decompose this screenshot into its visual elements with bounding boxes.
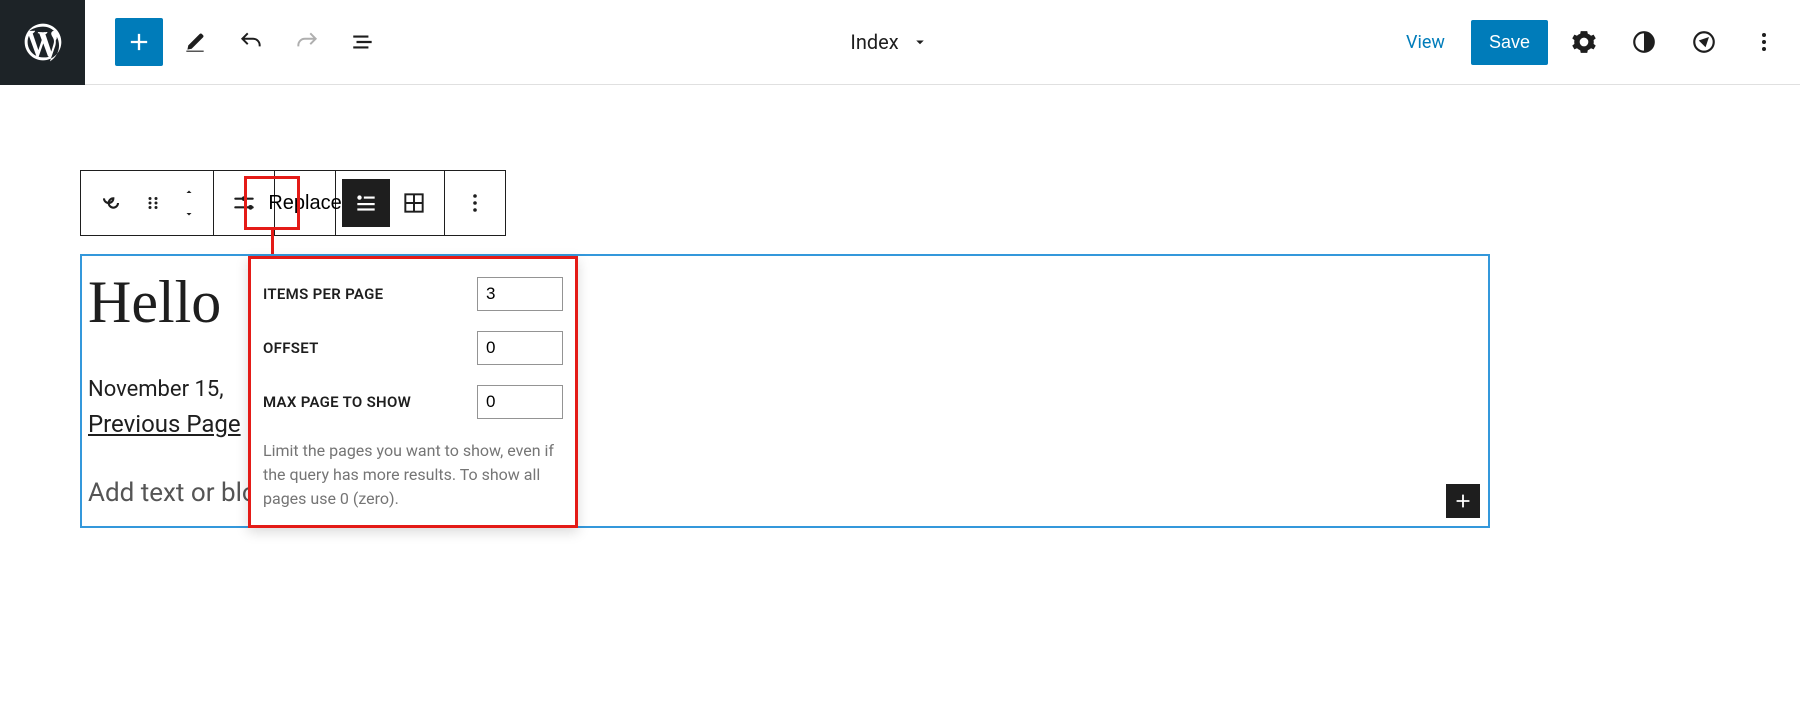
offset-input[interactable] xyxy=(477,331,563,365)
settings-button[interactable] xyxy=(1560,18,1608,66)
plus-icon xyxy=(125,28,153,56)
display-settings-button[interactable] xyxy=(220,179,268,227)
gear-icon xyxy=(1571,29,1597,55)
plus-icon xyxy=(1452,490,1474,512)
move-up-down xyxy=(171,181,207,225)
chevron-up-icon xyxy=(181,186,197,198)
list-view-button[interactable] xyxy=(339,18,387,66)
inline-add-block-button[interactable] xyxy=(1446,484,1480,518)
wordpress-logo[interactable] xyxy=(0,0,85,85)
view-link[interactable]: View xyxy=(1392,24,1459,61)
styles-button[interactable] xyxy=(1620,18,1668,66)
chevron-down-icon xyxy=(911,33,929,51)
more-vertical-icon xyxy=(1761,30,1767,54)
navigation-button[interactable] xyxy=(1680,18,1728,66)
query-loop-block-icon-button[interactable] xyxy=(87,179,135,227)
more-vertical-icon xyxy=(472,191,478,215)
toolbar-left xyxy=(115,18,387,66)
drag-handle-button[interactable] xyxy=(135,179,171,227)
compass-icon xyxy=(1691,29,1717,55)
sliders-icon xyxy=(231,190,257,216)
max-page-label: MAX PAGE TO SHOW xyxy=(263,393,411,411)
document-title: Index xyxy=(850,30,898,54)
offset-label: OFFSET xyxy=(263,339,319,357)
redo-icon xyxy=(294,29,320,55)
move-down-button[interactable] xyxy=(181,203,197,225)
document-title-dropdown[interactable]: Index xyxy=(387,30,1392,54)
query-loop-icon xyxy=(97,189,125,217)
save-button[interactable]: Save xyxy=(1471,20,1548,65)
grid-layout-button[interactable] xyxy=(390,179,438,227)
toolbar-right: View Save xyxy=(1392,18,1788,66)
undo-icon xyxy=(238,29,264,55)
list-view-icon xyxy=(350,29,376,55)
items-per-page-input[interactable] xyxy=(477,277,563,311)
chevron-down-icon xyxy=(181,208,197,220)
list-layout-icon xyxy=(353,190,379,216)
wordpress-icon xyxy=(21,20,65,64)
block-more-options-button[interactable] xyxy=(451,179,499,227)
replace-button[interactable]: Replace xyxy=(281,179,329,227)
block-toolbar: Replace xyxy=(80,170,506,236)
edit-tool-button[interactable] xyxy=(171,18,219,66)
contrast-icon xyxy=(1631,29,1657,55)
drag-handle-icon xyxy=(144,194,162,212)
display-settings-popover: ITEMS PER PAGE OFFSET MAX PAGE TO SHOW L… xyxy=(248,256,578,528)
redo-button[interactable] xyxy=(283,18,331,66)
max-page-help-text: Limit the pages you want to show, even i… xyxy=(263,439,563,511)
max-page-input[interactable] xyxy=(477,385,563,419)
add-block-button[interactable] xyxy=(115,18,163,66)
previous-page-link[interactable]: Previous Page xyxy=(82,410,247,438)
editor-top-bar: Index View Save xyxy=(0,0,1800,85)
more-options-button[interactable] xyxy=(1740,18,1788,66)
undo-button[interactable] xyxy=(227,18,275,66)
list-layout-button[interactable] xyxy=(342,179,390,227)
pencil-icon xyxy=(182,29,208,55)
grid-layout-icon xyxy=(401,190,427,216)
move-up-button[interactable] xyxy=(181,181,197,203)
items-per-page-label: ITEMS PER PAGE xyxy=(263,285,383,303)
